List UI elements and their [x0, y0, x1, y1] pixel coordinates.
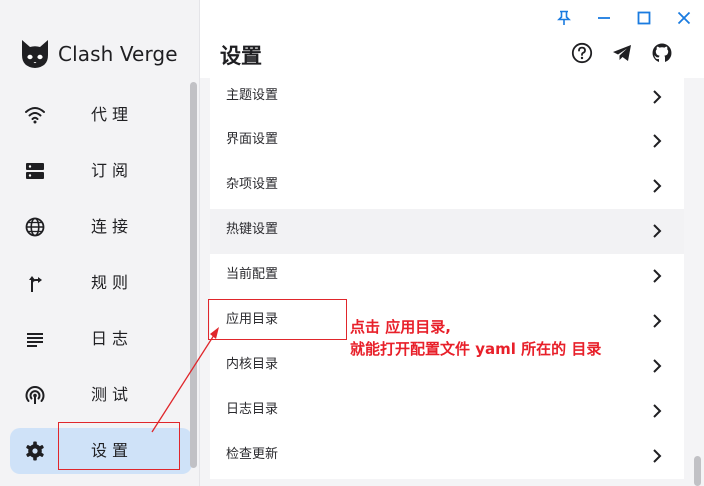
settings-row-label: 杂项设置 [226, 177, 279, 192]
sidebar-item-logs[interactable]: 日志 [10, 316, 192, 362]
settings-row-label: 界面设置 [226, 132, 279, 147]
github-icon [652, 43, 672, 62]
annotation-text: 点击 应用目录, 就能打开配置文件 yaml 所在的 目录 [350, 316, 601, 360]
main-scrollbar[interactable] [694, 456, 701, 486]
sidebar-item-label: 测试 [91, 385, 134, 404]
help-icon [571, 42, 593, 64]
sidebar-item-label: 订阅 [91, 161, 134, 180]
fork-arrow-icon [29, 276, 42, 292]
settings-row-label: 主题设置 [226, 88, 279, 103]
github-button[interactable] [650, 41, 674, 65]
annotation-line-2: 就能打开配置文件 yaml 所在的 目录 [350, 340, 602, 358]
sidebar-item-label: 日志 [91, 329, 134, 348]
pin-icon [557, 10, 571, 25]
page-title: 设置 [220, 44, 262, 68]
chevron-right-icon [653, 179, 662, 193]
sidebar-item-label: 规则 [91, 273, 134, 292]
chevron-right-icon [653, 269, 662, 283]
annotation-line-1: 点击 应用目录, [350, 318, 451, 336]
settings-row-label: 日志目录 [226, 402, 279, 417]
settings-row-check-update[interactable]: 检查更新 [210, 434, 684, 479]
main-content: 设置 主题设置 界面设置 杂项设置 热键设置 当前配置 应用目录 内核目录 日志… [200, 0, 704, 486]
settings-row-misc[interactable]: 杂项设置 [210, 164, 684, 209]
chevron-right-icon [653, 404, 662, 418]
sidebar: Clash Verge 代理 订阅 连接 规则 日志 测试 设置 [0, 0, 200, 486]
settings-list: 主题设置 界面设置 杂项设置 热键设置 当前配置 应用目录 内核目录 日志目录 … [210, 78, 684, 479]
close-button[interactable] [664, 6, 704, 30]
cat-logo-icon [22, 40, 48, 68]
sidebar-item-proxy[interactable]: 代理 [10, 92, 192, 138]
sidebar-item-label: 代理 [91, 105, 134, 124]
annotation-box-app-dir [208, 299, 347, 340]
app-name: Clash Verge [58, 42, 178, 66]
maximize-icon [637, 11, 651, 25]
gear-icon [26, 441, 44, 461]
settings-row-label: 检查更新 [226, 447, 279, 462]
settings-row-hotkey[interactable]: 热键设置 [210, 209, 684, 254]
maximize-button[interactable] [624, 6, 664, 30]
chevron-right-icon [653, 134, 662, 148]
chevron-right-icon [653, 224, 662, 238]
header-actions [554, 41, 674, 65]
list-lines-icon [27, 333, 43, 347]
settings-panel: 主题设置 界面设置 杂项设置 热键设置 当前配置 应用目录 内核目录 日志目录 … [200, 78, 704, 486]
settings-row-label: 内核目录 [226, 357, 279, 372]
dns-icon [26, 163, 44, 179]
close-icon [677, 11, 691, 25]
telegram-button[interactable] [610, 41, 634, 65]
sidebar-scrollbar[interactable] [190, 82, 197, 468]
sidebar-item-connections[interactable]: 连接 [10, 204, 192, 250]
app-logo: Clash Verge [19, 38, 178, 70]
help-button[interactable] [570, 41, 594, 65]
wifi-icon [25, 107, 45, 124]
chevron-right-icon [653, 90, 662, 104]
globe-icon [25, 217, 45, 237]
chevron-right-icon [653, 359, 662, 373]
chevron-right-icon [653, 449, 662, 463]
settings-row-theme[interactable]: 主题设置 [210, 78, 684, 119]
sidebar-item-test[interactable]: 测试 [10, 372, 192, 418]
radar-icon [25, 386, 45, 404]
chevron-right-icon [653, 314, 662, 328]
pin-button[interactable] [544, 6, 584, 30]
sidebar-item-subscription[interactable]: 订阅 [10, 148, 192, 194]
settings-row-current-config[interactable]: 当前配置 [210, 254, 684, 299]
settings-row-log-dir[interactable]: 日志目录 [210, 389, 684, 434]
annotation-box-settings [58, 422, 180, 470]
telegram-icon [613, 45, 631, 61]
sidebar-item-rules[interactable]: 规则 [10, 260, 192, 306]
settings-row-interface[interactable]: 界面设置 [210, 119, 684, 164]
window-controls [544, 6, 704, 30]
settings-row-label: 当前配置 [226, 267, 279, 282]
settings-row-label: 热键设置 [226, 222, 279, 237]
sidebar-item-label: 连接 [91, 217, 134, 236]
minimize-icon [598, 17, 610, 19]
minimize-button[interactable] [584, 6, 624, 30]
